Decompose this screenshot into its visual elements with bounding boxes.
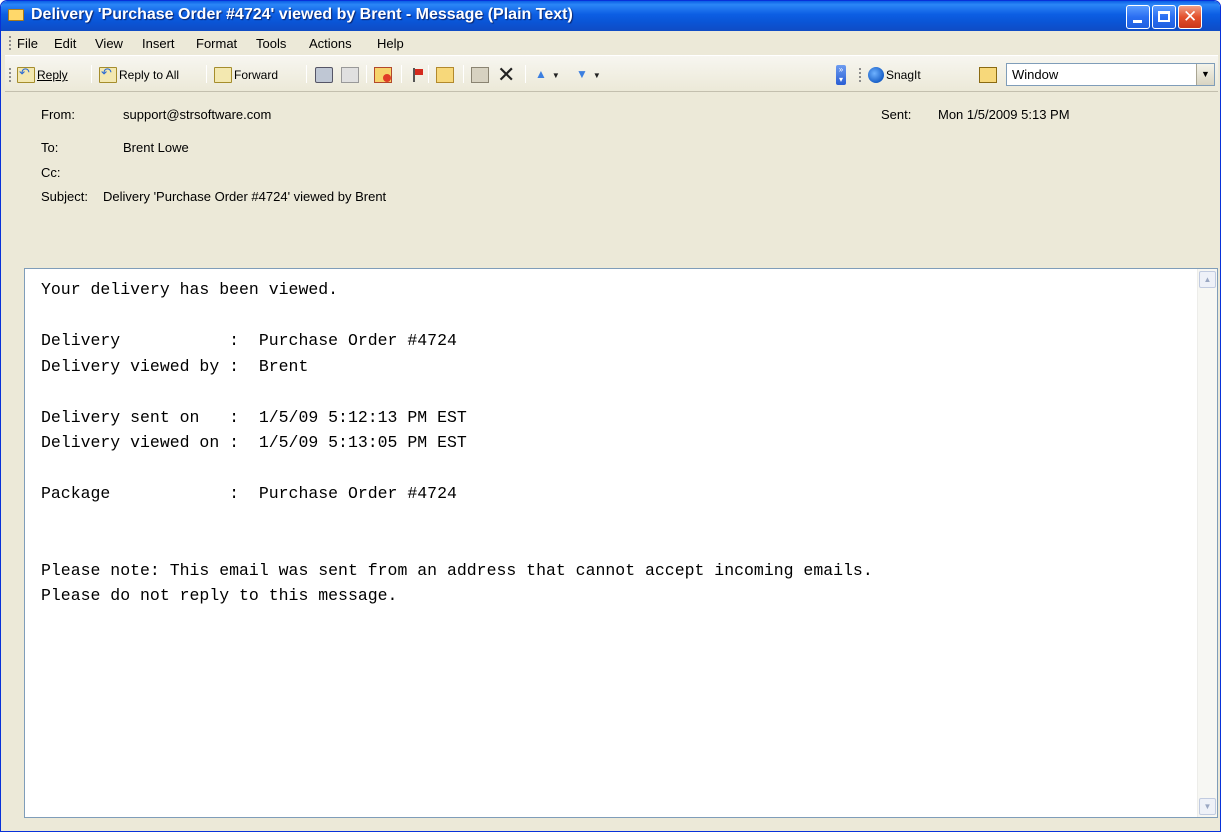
sent-label: Sent: (881, 107, 912, 122)
delete-button[interactable]: ✕ (497, 64, 517, 86)
toolbar-options-chevron[interactable]: » ▾ (836, 65, 846, 85)
arrow-down-icon: ▼ (576, 67, 588, 81)
sent-value: Mon 1/5/2009 5:13 PM (938, 107, 1070, 122)
chevron-down-icon: ▼ (592, 70, 601, 80)
toolbar-separator (306, 65, 307, 83)
move-button[interactable] (471, 64, 491, 86)
menu-view[interactable]: View (95, 36, 123, 51)
menu-grip-handle[interactable] (9, 36, 11, 50)
subject-value: Delivery 'Purchase Order #4724' viewed b… (103, 189, 387, 204)
menu-format[interactable]: Format (196, 36, 237, 51)
toolbar-separator (525, 65, 526, 83)
delete-x-icon: ✕ (497, 62, 516, 87)
forward-button[interactable]: Forward (214, 64, 278, 86)
reply-label: Reply (37, 68, 68, 82)
maximize-button[interactable] (1152, 5, 1176, 29)
toolbar-separator (366, 65, 367, 83)
close-icon: ✕ (1183, 7, 1198, 26)
reply-button[interactable]: Reply (17, 64, 68, 86)
message-text[interactable]: Your delivery has been viewed. Delivery … (41, 277, 873, 609)
toolbar-separator (206, 65, 207, 83)
to-value[interactable]: Brent Lowe (123, 140, 189, 155)
move-icon (471, 67, 489, 83)
forward-label: Forward (234, 68, 279, 82)
subject-label: Subject: (41, 189, 88, 204)
menu-file[interactable]: File (17, 36, 38, 51)
minimize-button[interactable] (1126, 5, 1150, 29)
reply-all-label: Reply to All (119, 68, 180, 82)
follow-up-button[interactable] (411, 64, 425, 86)
menu-help[interactable]: Help (377, 36, 404, 51)
reply-all-button[interactable]: Reply to All (99, 64, 179, 86)
capture-mode-value: Window (1012, 67, 1059, 82)
chevron-down-icon: ▼ (551, 70, 560, 80)
menu-bar: File Edit View Insert Format Tools Actio… (5, 31, 1218, 55)
scroll-up-button[interactable]: ▲ (1199, 271, 1216, 288)
message-window: Delivery 'Purchase Order #4724' viewed b… (0, 0, 1221, 832)
message-body[interactable]: Your delivery has been viewed. Delivery … (24, 268, 1218, 818)
menu-tools[interactable]: Tools (256, 36, 286, 51)
toolbar-separator (428, 65, 429, 83)
next-item-button[interactable]: ▼ ▼ (576, 64, 601, 86)
message-header: From: support@strsoftware.com Sent: Mon … (5, 91, 1218, 259)
toolbar-separator (91, 65, 92, 83)
minimize-icon (1133, 20, 1142, 23)
toolbar-separator (401, 65, 402, 83)
toolbar-grip-handle[interactable] (859, 68, 861, 82)
snagit-button[interactable]: SnagIt (868, 64, 921, 86)
maximize-icon (1158, 11, 1170, 22)
reply-all-icon (99, 65, 117, 83)
copy-button[interactable] (341, 64, 361, 86)
snagit-icon (868, 67, 884, 83)
chevron-down-icon[interactable]: ▼ (1196, 64, 1214, 85)
close-button[interactable]: ✕ (1178, 5, 1202, 29)
mail-unread-icon (374, 67, 392, 83)
to-label: To: (41, 140, 59, 155)
vertical-scrollbar[interactable]: ▲ ▼ (1197, 269, 1217, 817)
folder-icon (436, 67, 454, 83)
forward-icon (214, 67, 232, 83)
mark-unread-button[interactable] (374, 64, 394, 86)
menu-edit[interactable]: Edit (54, 36, 76, 51)
from-value[interactable]: support@strsoftware.com (123, 107, 271, 122)
snagit-label: SnagIt (886, 68, 921, 82)
toolbar-grip-handle[interactable] (9, 68, 11, 82)
toolbar-separator (463, 65, 464, 83)
copy-icon (341, 67, 359, 83)
snagit-profile-button[interactable] (979, 64, 999, 86)
flag-icon (411, 67, 423, 83)
window-title: Delivery 'Purchase Order #4724' viewed b… (31, 6, 573, 23)
move-to-folder-button[interactable] (436, 64, 456, 86)
snagit-profile-icon (979, 67, 997, 83)
reply-icon (17, 65, 35, 83)
standard-toolbar: Reply Reply to All Forward (5, 55, 1218, 91)
cc-label: Cc: (41, 165, 61, 180)
printer-icon (315, 67, 333, 83)
scroll-down-button[interactable]: ▼ (1199, 798, 1216, 815)
arrow-up-icon: ▲ (535, 67, 547, 81)
from-label: From: (41, 107, 75, 122)
previous-item-button[interactable]: ▲ ▼ (535, 64, 560, 86)
envelope-icon (8, 9, 24, 21)
menu-actions[interactable]: Actions (309, 36, 352, 51)
title-bar[interactable]: Delivery 'Purchase Order #4724' viewed b… (1, 1, 1220, 31)
menu-insert[interactable]: Insert (142, 36, 175, 51)
print-button[interactable] (315, 64, 335, 86)
capture-mode-select[interactable]: Window ▼ (1006, 63, 1215, 86)
